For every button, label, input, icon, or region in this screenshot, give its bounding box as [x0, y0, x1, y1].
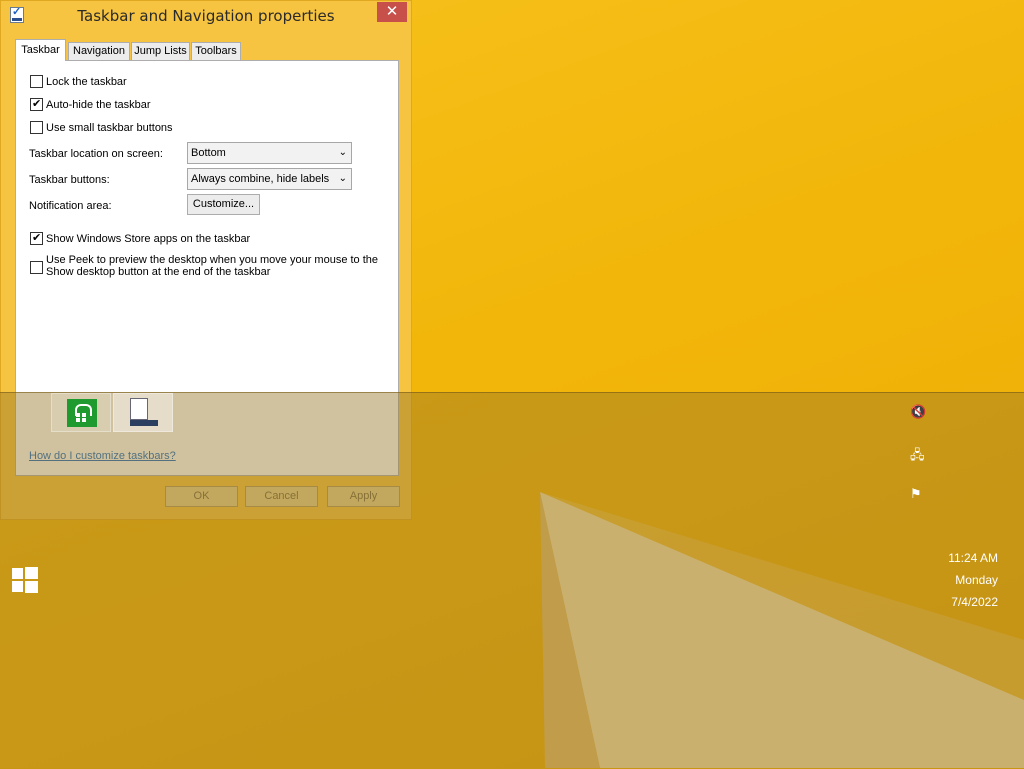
- taskbar-button-properties[interactable]: [113, 393, 173, 432]
- volume-muted-icon[interactable]: 🔇: [910, 405, 926, 421]
- clock-time[interactable]: 11:24 AM: [948, 551, 998, 565]
- title-bar[interactable]: Taskbar and Navigation properties ✕: [1, 1, 411, 31]
- taskbar-buttons-label: Taskbar buttons:: [29, 174, 110, 186]
- lock-taskbar-checkbox[interactable]: [30, 75, 43, 88]
- store-app-icon: [67, 399, 97, 427]
- taskbar-buttons-dropdown[interactable]: Always combine, hide labels ⌄: [187, 168, 352, 190]
- tab-jump-lists[interactable]: Jump Lists: [131, 42, 190, 60]
- peek-label-line2: Show desktop button at the end of the ta…: [46, 266, 271, 278]
- clock-date[interactable]: 7/4/2022: [951, 595, 998, 609]
- taskbar-buttons-value: Always combine, hide labels: [191, 173, 330, 185]
- peek-label: Use Peek to preview the desktop when you…: [46, 254, 378, 278]
- customize-button[interactable]: Customize...: [187, 194, 260, 215]
- location-dropdown[interactable]: Bottom ⌄: [187, 142, 352, 164]
- tab-navigation[interactable]: Navigation: [68, 42, 130, 60]
- properties-doc-shape: [130, 398, 148, 420]
- taskbar: [0, 392, 1024, 769]
- lock-taskbar-label: Lock the taskbar: [46, 76, 127, 88]
- windows-start-icon[interactable]: [12, 567, 38, 593]
- taskbar-button-store[interactable]: [51, 393, 111, 432]
- action-center-flag-icon[interactable]: ⚑: [910, 487, 926, 503]
- tab-toolbars[interactable]: Toolbars: [191, 42, 241, 60]
- chevron-down-icon: ⌄: [338, 173, 347, 184]
- small-buttons-checkbox[interactable]: [30, 121, 43, 134]
- location-label: Taskbar location on screen:: [29, 148, 163, 160]
- clock-day[interactable]: Monday: [955, 573, 998, 587]
- chevron-down-icon: ⌄: [338, 147, 347, 158]
- tab-taskbar[interactable]: Taskbar: [15, 39, 66, 61]
- properties-bar-shape: [130, 420, 158, 426]
- taskbar-properties-icon: [130, 398, 158, 428]
- location-value: Bottom: [191, 147, 226, 159]
- auto-hide-label: Auto-hide the taskbar: [46, 99, 151, 111]
- peek-label-line1: Use Peek to preview the desktop when you…: [46, 254, 379, 266]
- peek-checkbox[interactable]: [30, 261, 43, 274]
- network-icon[interactable]: 🖧: [910, 446, 926, 463]
- notification-area-label: Notification area:: [29, 200, 112, 212]
- auto-hide-checkbox[interactable]: [30, 96, 43, 112]
- store-apps-checkbox[interactable]: [30, 230, 43, 246]
- store-apps-label: Show Windows Store apps on the taskbar: [46, 233, 251, 245]
- close-button[interactable]: ✕: [377, 2, 407, 22]
- window-title: Taskbar and Navigation properties: [77, 7, 335, 25]
- small-buttons-label: Use small taskbar buttons: [46, 122, 173, 134]
